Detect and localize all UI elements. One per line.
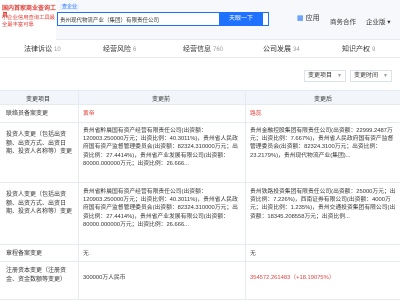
top-header: 国内首家商业查询工具 小企业信用查询工具最全最丰富可靠 查企业 天眼一下 ▦应用… <box>0 0 400 40</box>
filter-change-item[interactable]: 变更项目 ▼ <box>304 70 346 82</box>
search-input[interactable] <box>60 15 210 25</box>
chevron-down-icon: ▼ <box>383 73 388 79</box>
before-value: 黄帝 <box>83 111 95 117</box>
tab-label: 经营风险 <box>103 46 131 53</box>
nav-business[interactable]: 商务合作 <box>330 16 356 26</box>
filter-change-time[interactable]: 变更时间 ▼ <box>350 70 392 82</box>
table-row: 投资人变更（包括出资额、出资方式、出资日期、投资人名称等）变更 贵州省黔晨国有资… <box>0 123 400 183</box>
column-divider <box>78 91 79 300</box>
tab-bar: 法律诉讼 10 经营风险 6 经营信息 760 公司发展 34 知识产权 9 <box>0 40 400 58</box>
chevron-down-icon: ▼ <box>337 73 342 79</box>
apps-label: 应用 <box>305 15 320 22</box>
change-item: 投资人变更（包括出资额、出资方式、出资日期、投资人名称等）变更 <box>6 132 73 155</box>
tab-count: 9 <box>372 47 376 53</box>
tab-risk[interactable]: 经营风险 6 <box>103 44 136 54</box>
tab-label: 经营信息 <box>183 46 211 53</box>
tab-legal[interactable]: 法律诉讼 10 <box>24 44 61 54</box>
after-value: 贵州铁路投资集团有限责任公司(出资额：25000万元；出资比例：7.226%)，… <box>250 189 396 220</box>
tab-label: 法律诉讼 <box>24 46 52 53</box>
tab-label: 公司发展 <box>263 46 291 53</box>
before-value: 贵州省黔晨国有资产经营有限责任公司(出资额：120903.250000万元；出资… <box>83 128 238 167</box>
tab-development[interactable]: 公司发展 34 <box>263 44 300 54</box>
change-item: 章程备案变更 <box>6 251 43 257</box>
after-value: 贵州金融控股集团有限责任公司(出资额：22999.2487万元；出资比例：7.6… <box>250 128 394 159</box>
table-row: 联络员备案变更 黄帝 路蕊 <box>0 105 400 123</box>
logo[interactable]: 国内首家商业查询工具 小企业信用查询工具最全最丰富可靠 <box>0 0 56 40</box>
change-item: 投资人变更（包括出资额、出资方式、出资日期、投资人名称等）变更 <box>6 192 73 215</box>
filter-label: 变更时间 <box>354 73 379 79</box>
after-value: 路蕊 <box>250 111 262 117</box>
logo-line2: 小企业信用查询工具最全最丰富可靠 <box>2 15 55 28</box>
header-item: 变更项目 <box>26 97 51 103</box>
table-row: 投资人变更（包括出资额、出资方式、出资日期、投资人名称等）变更 贵州省黔晨国有资… <box>0 183 400 245</box>
tab-ip[interactable]: 知识产权 9 <box>342 44 375 54</box>
apps-menu[interactable]: ▦ 应用 <box>297 13 320 25</box>
change-item: 联络员备案变更 <box>6 111 49 117</box>
before-value: 无 <box>83 251 89 257</box>
search-tag[interactable]: 查企业 <box>60 4 80 10</box>
tab-label: 知识产权 <box>342 46 370 53</box>
before-value: 300000万人民币 <box>83 275 126 281</box>
filter-label: 变更项目 <box>308 73 333 79</box>
tab-count: 34 <box>293 47 300 53</box>
header-after: 变更后 <box>314 97 333 103</box>
tab-count: 760 <box>213 47 224 53</box>
table-row: 章程备案变更 无 无 <box>0 245 400 262</box>
table-header: 变更项目 变更前 变更后 <box>0 91 400 105</box>
after-value: 无 <box>250 251 256 257</box>
table-row: 注册资本变更（注册资金、资金数额等变更） 300000万人民币 354572.2… <box>0 262 400 300</box>
column-divider <box>245 91 246 300</box>
tab-business-info[interactable]: 经营信息 760 <box>183 44 223 54</box>
nav-enterprise[interactable]: 企业版 ▾ <box>366 16 391 26</box>
before-value: 贵州省黔晨国有资产经营有限责任公司(出资额：120903.250000万元；出资… <box>83 189 238 228</box>
nav-enterprise-label: 企业版 <box>366 19 386 26</box>
tab-count: 6 <box>133 47 137 53</box>
header-before: 变更前 <box>152 97 171 103</box>
after-value: 354572.261483（+18.19075%） <box>250 275 335 281</box>
change-item: 注册资本变更（注册资金、资金数额等变更） <box>6 268 67 283</box>
tab-count: 10 <box>54 47 61 53</box>
change-record-table: 变更项目 变更前 变更后 联络员备案变更 黄帝 路蕊 投资人变更（包括出资额、出… <box>0 90 400 300</box>
search-button[interactable]: 天眼一下 <box>219 12 263 26</box>
grid-icon: ▦ <box>297 15 304 22</box>
